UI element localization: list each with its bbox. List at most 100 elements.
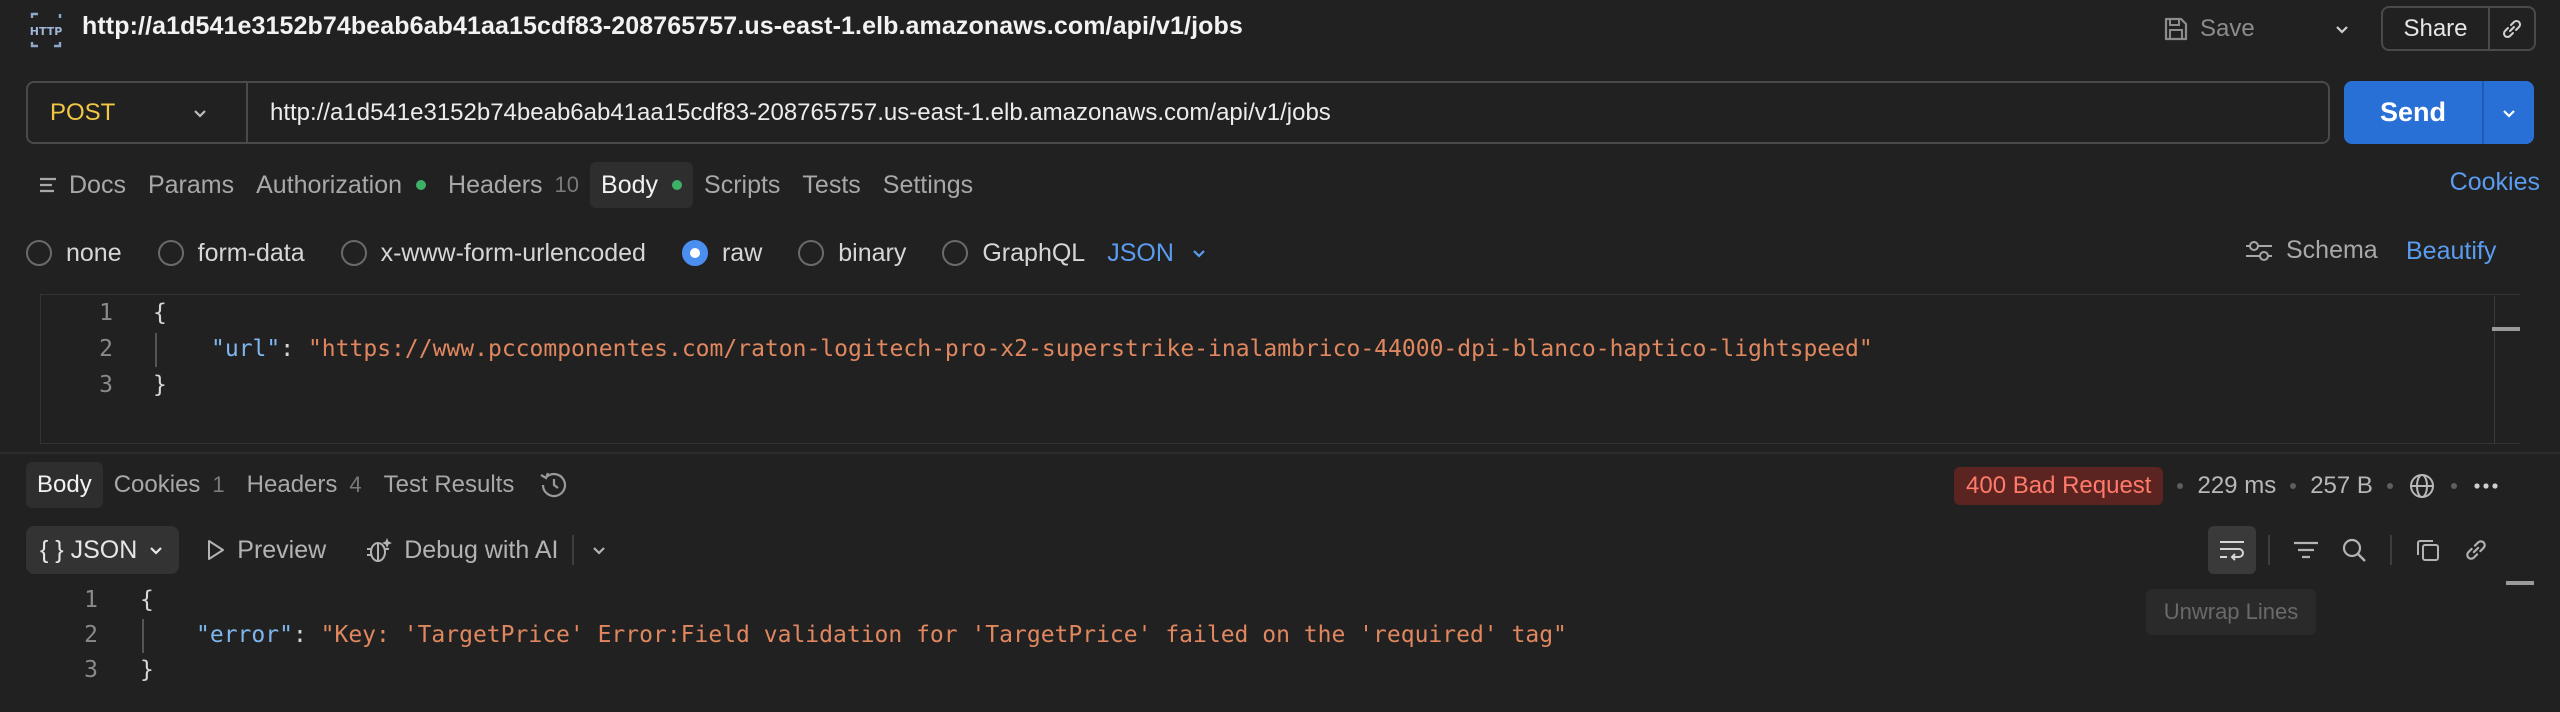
share-button[interactable]: Share <box>2383 8 2490 49</box>
code-line: 2 "error": "Key: 'TargetPrice' Error:Fie… <box>26 617 1567 653</box>
radio-form-data[interactable]: form-data <box>157 239 305 268</box>
radio-label: x-www-form-urlencoded <box>380 238 646 267</box>
debug-label: Debug with AI <box>404 535 559 564</box>
history-icon[interactable] <box>537 468 571 502</box>
logo-text: HTTP <box>30 25 63 38</box>
share-group: Share <box>2381 6 2536 51</box>
link-icon[interactable] <box>2452 526 2500 574</box>
beautify-button[interactable]: Beautify <box>2406 237 2496 266</box>
tab-label: Docs <box>69 170 126 199</box>
chevron-down-icon <box>194 109 206 118</box>
request-body-editor[interactable]: 1 { 2 "url": "https://www.pccomponentes.… <box>40 294 2520 444</box>
radio-binary[interactable]: binary <box>798 239 906 268</box>
json-colon: : <box>280 336 308 362</box>
json-key: "url" <box>211 336 281 362</box>
line-number: 2 <box>99 336 113 362</box>
method-select[interactable]: POST <box>28 83 248 142</box>
radio-circle <box>942 240 969 266</box>
tab-docs[interactable]: Docs <box>26 162 137 208</box>
save-options-chevron-down-icon[interactable] <box>2325 12 2359 46</box>
tab-response-body[interactable]: Body <box>26 462 103 508</box>
method-label: POST <box>50 98 116 126</box>
tab-authorization[interactable]: Authorization <box>245 162 437 208</box>
radio-label: none <box>66 238 122 267</box>
editor-scrollbar[interactable] <box>2494 296 2516 444</box>
tab-test-results[interactable]: Test Results <box>373 462 526 508</box>
response-body-viewer[interactable]: 1 { 2 "error": "Key: 'TargetPrice' Error… <box>26 582 2506 712</box>
send-group: Send <box>2344 81 2534 144</box>
schema-button[interactable]: Schema <box>2244 236 2378 265</box>
enabled-dot <box>672 180 683 190</box>
tab-headers[interactable]: Headers 10 <box>437 162 590 208</box>
cookies-count: 1 <box>212 472 225 497</box>
copy-icon[interactable] <box>2404 526 2452 574</box>
body-format-select[interactable]: JSON <box>1107 239 1208 268</box>
pane-divider[interactable] <box>0 452 2560 454</box>
debug-with-ai-button[interactable]: Debug with AI <box>350 526 562 574</box>
json-colon: : <box>292 622 321 648</box>
radio-none[interactable]: none <box>26 239 122 268</box>
tab-label: Body <box>37 471 92 498</box>
tab-tests[interactable]: Tests <box>791 162 871 208</box>
status-badge[interactable]: 400 Bad Request <box>1954 467 2164 505</box>
send-button[interactable]: Send <box>2344 81 2484 144</box>
tab-settings[interactable]: Settings <box>872 162 984 208</box>
bug-ai-icon <box>367 538 393 562</box>
url-input[interactable] <box>248 83 2328 142</box>
radio-circle <box>340 240 367 266</box>
tab-label: Test Results <box>383 471 515 498</box>
radio-circle <box>798 240 825 266</box>
tab-label: Body <box>601 170 659 199</box>
tab-scripts[interactable]: Scripts <box>693 162 791 208</box>
response-toolbar: { } JSON Preview Debug with AI <box>26 526 614 574</box>
request-title[interactable]: http://a1d541e3152b74beab6ab41aa15cdf83-… <box>82 12 1243 41</box>
tab-response-cookies[interactable]: Cookies 1 <box>103 462 236 508</box>
tab-response-headers[interactable]: Headers 4 <box>236 462 373 508</box>
search-icon[interactable] <box>2330 526 2378 574</box>
response-time[interactable]: 229 ms <box>2197 472 2276 500</box>
radio-label: binary <box>838 238 907 267</box>
code-text: { <box>153 300 167 326</box>
save-button[interactable]: Save <box>2162 10 2255 48</box>
filter-icon[interactable] <box>2282 526 2330 574</box>
radio-urlencoded[interactable]: x-www-form-urlencoded <box>340 238 646 268</box>
play-icon <box>208 540 225 560</box>
tab-label: Params <box>147 170 235 199</box>
schema-label: Schema <box>2286 236 2378 264</box>
radio-raw[interactable]: raw <box>681 239 762 268</box>
divider <box>2268 535 2270 565</box>
save-icon <box>2164 17 2188 41</box>
tab-label: Authorization <box>256 170 403 199</box>
response-view-tools <box>2208 526 2500 574</box>
tab-label: Cookies <box>113 471 201 498</box>
code-line: 3 } <box>41 367 167 403</box>
debug-options-chevron-down-icon[interactable] <box>584 526 614 574</box>
response-format-select[interactable]: { } JSON <box>26 526 180 574</box>
globe-icon[interactable] <box>2407 471 2437 501</box>
save-label: Save <box>2200 15 2255 42</box>
copy-link-icon[interactable] <box>2490 8 2534 49</box>
more-options-icon[interactable] <box>2471 471 2501 501</box>
json-value: "Key: 'TargetPrice' Error:Field validati… <box>320 622 1567 648</box>
chevron-down-icon <box>150 547 163 555</box>
indent-guide <box>142 619 144 653</box>
response-size[interactable]: 257 B <box>2310 472 2373 500</box>
headers-count: 10 <box>554 172 580 197</box>
radio-circle <box>26 240 52 266</box>
chevron-down-icon <box>1193 250 1205 258</box>
radio-graphql[interactable]: GraphQL <box>942 239 1085 268</box>
separator-dot <box>2386 483 2393 489</box>
code-line: 1 { <box>41 295 167 331</box>
wrap-lines-icon[interactable] <box>2208 526 2256 574</box>
headers-count: 4 <box>349 472 362 497</box>
code-line: 1 { <box>26 582 154 618</box>
tab-body[interactable]: Body <box>590 162 694 208</box>
editor-minimap-marker <box>2506 581 2534 585</box>
separator-dot <box>2290 483 2297 489</box>
line-number: 3 <box>84 657 98 683</box>
tab-params[interactable]: Params <box>137 162 245 208</box>
preview-button[interactable]: Preview <box>189 526 340 574</box>
cookies-link[interactable]: Cookies <box>2450 168 2540 197</box>
send-options-chevron-down-icon[interactable] <box>2484 81 2534 144</box>
code-text: { <box>140 587 154 613</box>
